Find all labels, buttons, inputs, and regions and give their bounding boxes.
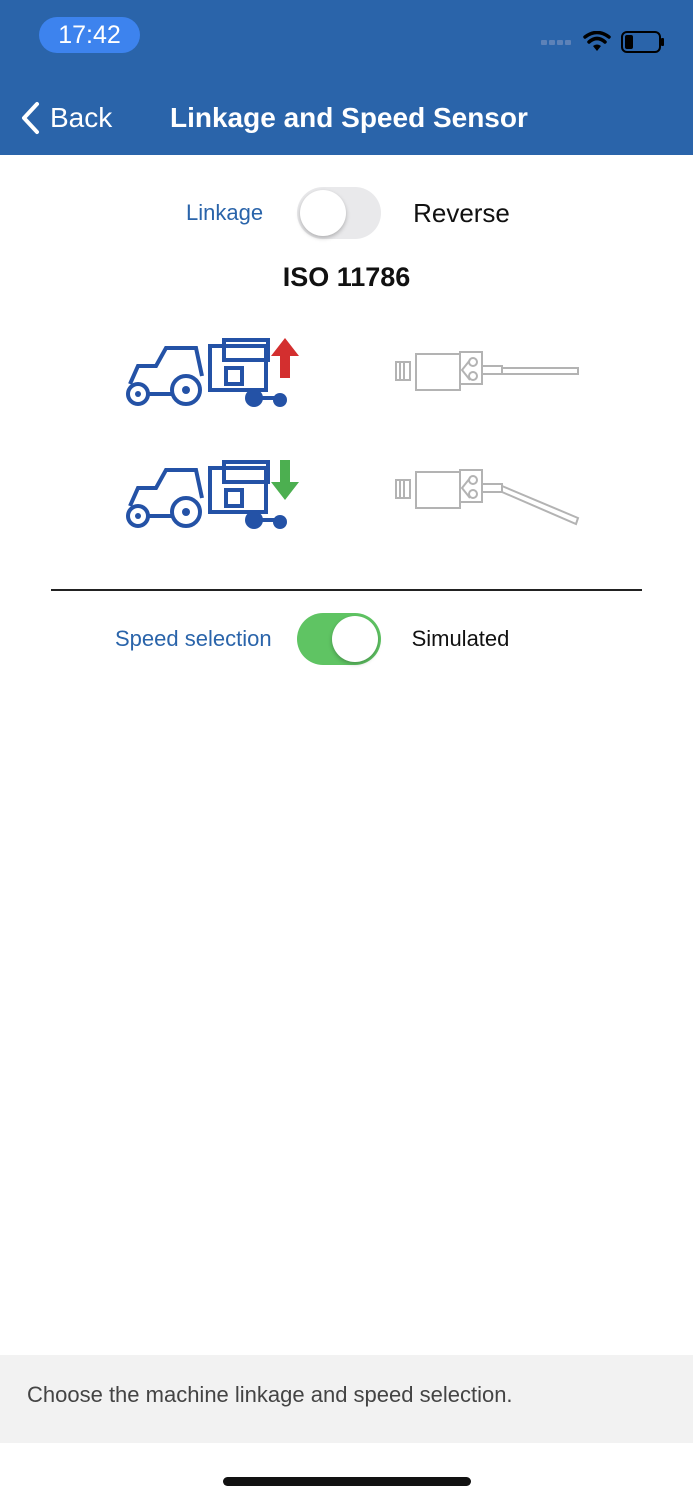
- chevron-left-icon: [22, 102, 39, 134]
- linkage-row: Linkage Reverse: [186, 187, 510, 239]
- toggle-knob: [300, 190, 347, 236]
- page-title: Linkage and Speed Sensor: [170, 102, 528, 133]
- tractor-linkage-up-icon: [126, 338, 299, 407]
- linkage-label: Linkage: [186, 200, 264, 225]
- toggle-knob: [331, 616, 378, 662]
- tractor-linkage-down-icon: [126, 460, 299, 529]
- home-indicator[interactable]: [223, 1477, 471, 1486]
- iso-title: ISO 11786: [282, 262, 411, 292]
- back-button[interactable]: Back: [20, 98, 112, 138]
- nav-header: 17:42 Back Linkage and Speed Sensor: [0, 0, 693, 155]
- footer-hint: Choose the machine linkage and speed sel…: [27, 1382, 513, 1407]
- speed-option-label: Simulated: [411, 626, 510, 651]
- linkage-option-label: Reverse: [413, 197, 510, 228]
- section-divider: [51, 589, 642, 591]
- back-label: Back: [50, 102, 113, 133]
- status-time: 17:42: [39, 17, 140, 53]
- cellular-signal-icon: [541, 40, 571, 45]
- battery-icon: [621, 31, 664, 53]
- status-icons: [541, 28, 665, 56]
- speed-row: Speed selection Simulated: [115, 613, 509, 665]
- linkage-toggle[interactable]: [297, 187, 382, 239]
- sensor-angled-icon: [395, 469, 580, 526]
- wifi-icon: [583, 31, 611, 51]
- speed-selection-label: Speed selection: [115, 626, 272, 651]
- speed-toggle[interactable]: [296, 613, 381, 665]
- sensor-straight-icon: [395, 351, 579, 391]
